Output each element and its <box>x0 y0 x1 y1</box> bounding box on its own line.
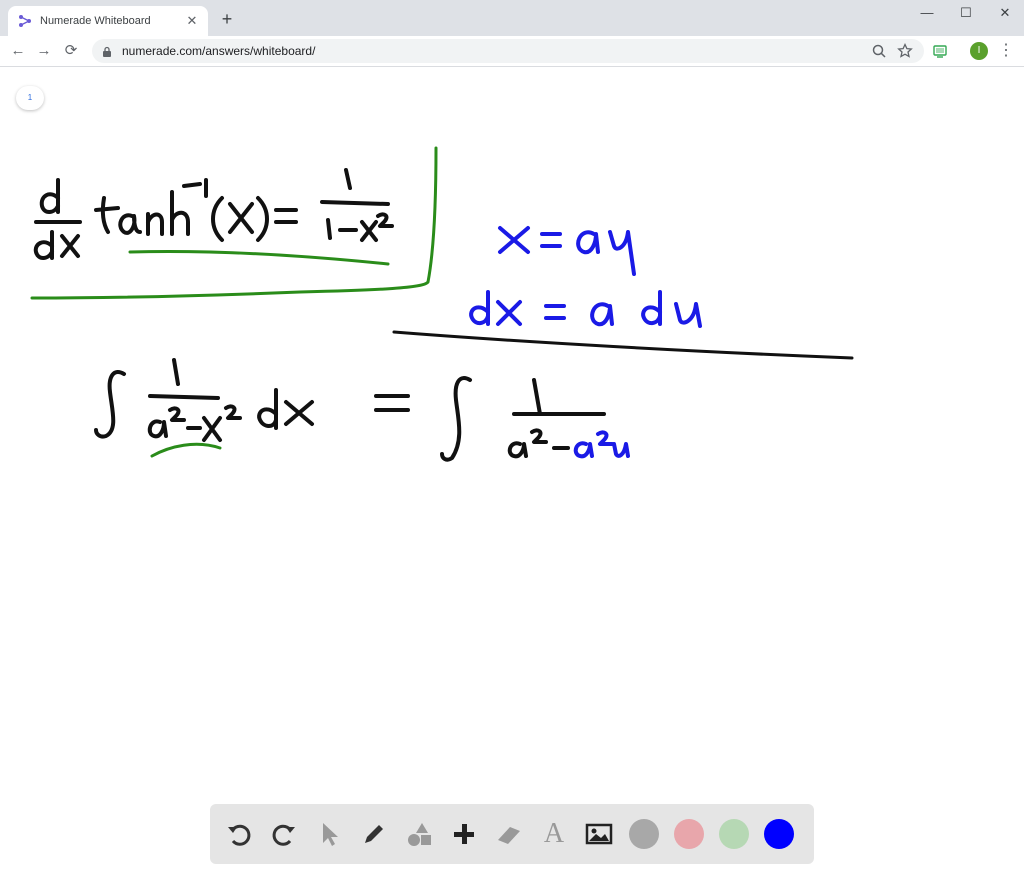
color-green-button[interactable] <box>717 817 751 851</box>
color-swatch-pink <box>674 819 704 849</box>
pointer-button[interactable] <box>312 817 346 851</box>
color-gray-button[interactable] <box>627 817 661 851</box>
color-swatch-gray <box>629 819 659 849</box>
redo-icon <box>272 824 295 846</box>
shapes-button[interactable] <box>402 817 436 851</box>
add-icon <box>454 824 474 844</box>
pen-button[interactable] <box>357 817 391 851</box>
color-swatch-green <box>719 819 749 849</box>
color-swatch-blue <box>764 819 794 849</box>
color-pink-button[interactable] <box>672 817 706 851</box>
text-button[interactable]: A <box>537 817 571 851</box>
whiteboard-toolbar: A <box>210 804 814 864</box>
integral-substitution <box>573 430 630 459</box>
integral-expression <box>94 358 606 462</box>
substitution <box>469 226 702 328</box>
redo-button[interactable] <box>267 817 301 851</box>
pen-icon <box>365 825 383 843</box>
divider-line <box>392 330 854 360</box>
pointer-icon <box>323 823 338 846</box>
handwriting-layer <box>30 146 854 462</box>
add-button[interactable] <box>447 817 481 851</box>
eraser-button[interactable] <box>492 817 526 851</box>
eraser-icon <box>498 827 520 844</box>
undo-button[interactable] <box>222 817 256 851</box>
text-icon: A <box>543 818 565 849</box>
color-blue-button[interactable] <box>762 817 796 851</box>
green-underline-denominator <box>150 442 222 458</box>
image-button[interactable] <box>582 817 616 851</box>
undo-icon <box>228 824 251 846</box>
shapes-icon <box>408 823 431 846</box>
derivative-formula <box>33 168 394 260</box>
image-icon <box>585 823 613 845</box>
